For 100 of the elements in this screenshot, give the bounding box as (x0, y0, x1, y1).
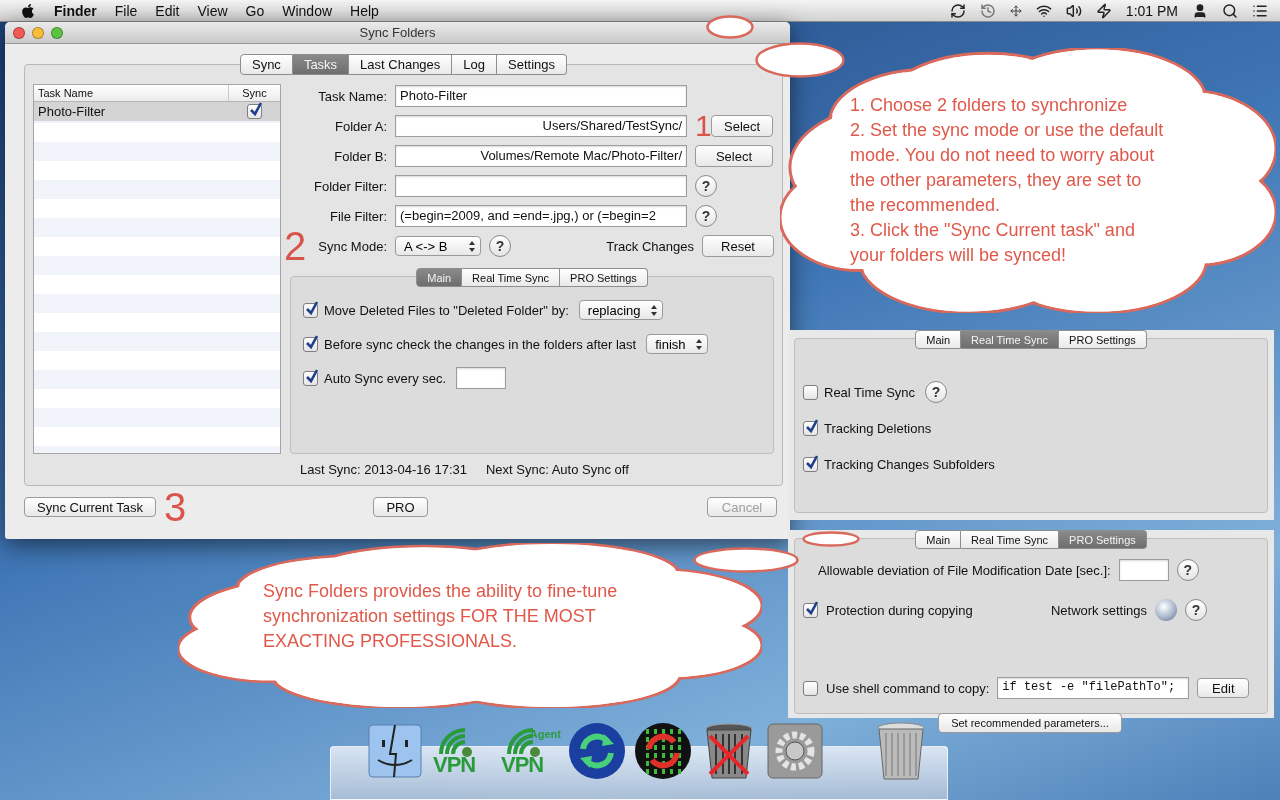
field-label: Network settings (1050, 602, 1147, 618)
close-button[interactable] (13, 26, 25, 39)
vpn-logo-text: VPN (501, 752, 544, 778)
finder-face-icon (368, 724, 422, 778)
help-button[interactable]: ? (925, 381, 948, 403)
checkbox-label: Protection during copying (826, 602, 973, 618)
table-row[interactable]: Photo-Filter (34, 102, 280, 121)
checkbox[interactable] (246, 104, 262, 119)
binary-sync-arrows-icon (634, 722, 692, 780)
checkmark-icon (305, 367, 319, 384)
column-header[interactable]: Task Name (34, 85, 228, 101)
text-field[interactable]: (=begin=2009, and =end=.jpg,) or (=begin=2 (395, 205, 687, 227)
checkbox[interactable] (803, 602, 818, 618)
menu-item[interactable]: Edit (155, 2, 180, 19)
menu-item[interactable]: Finder (54, 2, 97, 19)
select-button[interactable]: Select (711, 115, 774, 137)
dropdown[interactable]: finish (646, 334, 708, 354)
volume-icon[interactable] (1065, 2, 1082, 19)
apple-logo-icon[interactable] (20, 2, 36, 19)
checkbox-label: Auto Sync every sec. (324, 370, 447, 386)
checkmark-icon (805, 417, 819, 434)
pro-button[interactable]: PRO (373, 497, 428, 517)
gear-icon (767, 723, 823, 779)
reset-button[interactable]: Reset (702, 235, 774, 257)
column-header[interactable]: Sync (228, 85, 280, 101)
checkbox[interactable] (803, 384, 818, 400)
search-icon[interactable] (1222, 2, 1238, 19)
sync-current-task-button[interactable]: Sync Current Task (24, 497, 156, 517)
step-number: 2 (284, 226, 307, 266)
tab[interactable]: Main (915, 330, 962, 349)
field-label: Folder B: (333, 148, 387, 164)
time-machine-icon[interactable] (979, 2, 996, 19)
field-label: Folder Filter: (313, 178, 387, 194)
help-button[interactable]: ? (489, 235, 511, 257)
help-button[interactable]: ? (1185, 599, 1207, 621)
field-label: Track Changes (606, 238, 694, 254)
menu-clock[interactable]: 1:01 PM (1125, 2, 1178, 19)
tab[interactable]: Tasks (292, 54, 350, 75)
menu-item[interactable]: File (114, 2, 138, 19)
checkbox[interactable] (803, 680, 818, 696)
checkbox[interactable] (303, 370, 318, 386)
step-number: 3 (163, 487, 187, 527)
text-field[interactable] (395, 175, 687, 197)
checkbox[interactable] (803, 420, 818, 436)
tab[interactable]: Sync (239, 54, 293, 75)
sync-mode-dropdown[interactable]: A <-> B (395, 236, 481, 256)
field-label: Allowable deviation of File Modification Date [sec.]: (818, 562, 1111, 578)
checkbox-label: Use shell command to copy: (826, 680, 990, 696)
text-field[interactable]: Users/Shared/TestSync/ (395, 115, 687, 137)
updown-arrows-icon (469, 240, 475, 252)
menu-item[interactable]: Help (350, 2, 379, 19)
text-field[interactable] (1118, 559, 1169, 581)
vpn-logo-text: VPN (433, 752, 476, 778)
callout-text: Sync Folders provides the ability to fine-tune synchronization settings FOR THE MOST EXACTING PROFESSIONALS. (263, 580, 619, 653)
tab[interactable]: Log (452, 54, 498, 75)
tab[interactable]: Last Changes (349, 54, 453, 75)
tab[interactable]: PRO Settings (560, 268, 648, 287)
checkmark-icon (248, 101, 263, 117)
table-cell-text: Photo-Filter (37, 104, 107, 119)
menu-item[interactable]: View (197, 2, 228, 19)
text-field[interactable] (456, 367, 507, 389)
checkbox-label: Tracking Changes Subfolders (824, 456, 995, 472)
tab[interactable]: PRO Settings (1059, 330, 1147, 349)
tab[interactable]: Real Time Sync (462, 268, 561, 287)
tab[interactable]: Real Time Sync (961, 330, 1060, 349)
tab[interactable]: Settings (497, 54, 568, 75)
checkbox-label: Tracking Deletions (824, 420, 932, 436)
checkmark-icon (305, 333, 319, 350)
help-button[interactable]: ? (695, 175, 717, 197)
sync-icon[interactable] (949, 2, 966, 19)
checkbox[interactable] (303, 336, 318, 352)
set-recommended-button[interactable]: Set recommended parameters... (938, 713, 1122, 733)
checkbox-label: Move Deleted Files to "Deleted Folder" by: (324, 302, 569, 318)
text-field[interactable]: Photo-Filter (395, 85, 687, 107)
checkbox[interactable] (803, 456, 818, 472)
four-arrows-icon[interactable] (1009, 4, 1022, 17)
next-sync-text: Next Sync: Auto Sync off (485, 462, 629, 477)
tab[interactable]: Real Time Sync (961, 530, 1060, 549)
text-field[interactable]: Volumes/Remote Mac/Photo-Filter/ (395, 145, 687, 167)
edit-button[interactable]: Edit (1197, 678, 1250, 698)
text-field[interactable]: if test -e "filePathTo"; (997, 677, 1190, 699)
help-button[interactable]: ? (1176, 559, 1199, 581)
checkbox[interactable] (303, 302, 318, 318)
field-label: Task Name: (317, 88, 387, 104)
checkmark-icon (305, 299, 319, 316)
menu-item[interactable]: Window (282, 2, 333, 19)
user-icon[interactable] (1192, 2, 1208, 19)
tab[interactable]: Main (416, 268, 463, 287)
last-sync-text: Last Sync: 2013-04-16 17:31 (300, 462, 467, 477)
help-button[interactable]: ? (695, 205, 717, 227)
select-button[interactable]: Select (695, 145, 773, 167)
callout-text: 1. Choose 2 folders to synchronize 2. Set the sync mode or use the default mode. You do not need to worry about the other parameters, they are set to the recommended. 3. Click the "Sync Current task" and your folders will be synced! (850, 94, 1165, 267)
tab[interactable]: Main (915, 530, 962, 549)
menu-item[interactable]: Go (245, 2, 265, 19)
tab[interactable]: PRO Settings (1059, 530, 1147, 549)
checkbox-label: Before sync check the changes in the folders after last (324, 336, 637, 352)
zoom-button[interactable] (51, 26, 63, 39)
trash-can-cross-icon (704, 722, 754, 780)
dropdown[interactable]: replacing (578, 300, 663, 320)
checkmark-icon (805, 599, 819, 616)
